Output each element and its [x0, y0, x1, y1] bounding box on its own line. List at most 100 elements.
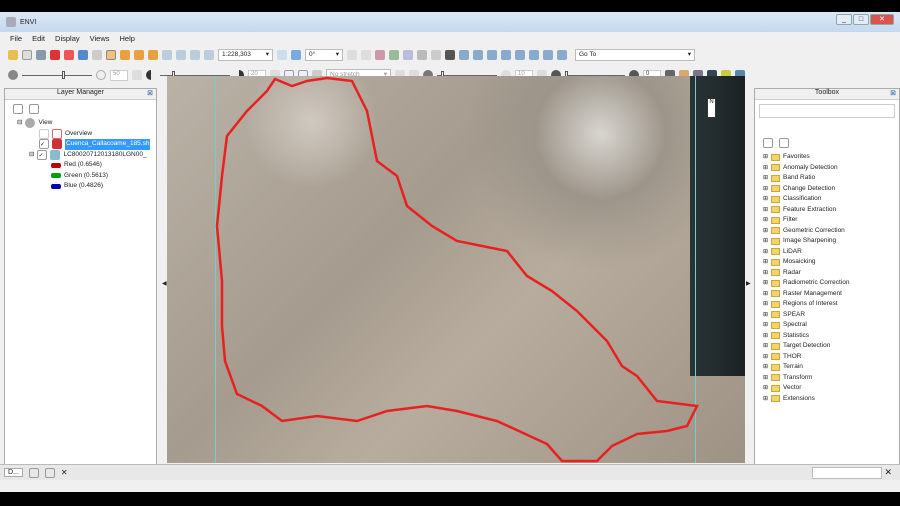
vector-edit-icon[interactable]	[361, 50, 371, 60]
collapse-all-icon[interactable]	[763, 138, 773, 148]
restore-icon[interactable]	[28, 467, 39, 478]
tree-item-overview[interactable]: Overview	[17, 128, 156, 140]
toolbox-item[interactable]: ⊞ LiDAR	[763, 247, 899, 258]
overview-checkbox[interactable]	[39, 128, 49, 139]
vector-merge-icon[interactable]	[403, 50, 413, 60]
menu-display[interactable]: Display	[55, 34, 80, 43]
tree-item-vector-layer[interactable]: ✓ Cuenca_Callacoame_185.sh	[17, 139, 156, 150]
data-manager-icon[interactable]	[36, 50, 46, 60]
expand-icon[interactable]: ⊞	[763, 352, 768, 363]
zoom-icon[interactable]	[162, 50, 172, 60]
rotate-north-icon[interactable]	[277, 50, 287, 60]
annotation-icon[interactable]	[459, 50, 469, 60]
zoom-in-icon[interactable]	[176, 50, 186, 60]
expand-icon[interactable]: ⊞	[763, 205, 768, 216]
maximize-button[interactable]: □	[853, 14, 869, 25]
new-icon[interactable]	[22, 50, 32, 60]
vector-remove-icon[interactable]	[431, 50, 441, 60]
annotation-text-icon[interactable]	[445, 50, 455, 60]
collapse-all-icon[interactable]	[13, 104, 23, 114]
pin-panel-icon[interactable]: ⊠	[147, 89, 153, 97]
minimize-button[interactable]: _	[836, 14, 852, 25]
expand-icon[interactable]: ⊞	[763, 226, 768, 237]
toolbox-item[interactable]: ⊞ Anomaly Detection	[763, 163, 899, 174]
band-red[interactable]: Red (0.6546)	[17, 160, 156, 171]
annotation-arrow-icon[interactable]	[529, 50, 539, 60]
expand-icon[interactable]: ⊞	[763, 289, 768, 300]
zoom-out-icon[interactable]	[190, 50, 200, 60]
expand-all-icon[interactable]	[29, 104, 39, 114]
expand-icon[interactable]: ⊞	[763, 341, 768, 352]
expand-icon[interactable]: ⊞	[763, 331, 768, 342]
pin-panel-icon[interactable]: ⊠	[890, 89, 896, 97]
expand-icon[interactable]: ⊞	[763, 373, 768, 384]
toolbox-item[interactable]: ⊞ Feature Extraction	[763, 205, 899, 216]
rotate-angle-icon[interactable]	[291, 50, 301, 60]
tree-item-view[interactable]: ⊟ View	[17, 118, 156, 129]
annotation-picture-icon[interactable]	[543, 50, 553, 60]
tree-item-raster-layer[interactable]: ⊟ ✓ LC80020712013180LGN00_	[17, 149, 156, 161]
vector-split-icon[interactable]	[417, 50, 427, 60]
maximize-icon[interactable]	[44, 467, 55, 478]
collapse-right-icon[interactable]: ▶	[746, 280, 751, 287]
cancel-icon[interactable]: ✕	[884, 467, 892, 478]
toolbox-item[interactable]: ⊞ Radar	[763, 268, 899, 279]
image-view[interactable]: N	[167, 76, 745, 463]
close-button[interactable]: ✕	[870, 14, 894, 25]
toolbox-item[interactable]: ⊞ Raster Management	[763, 289, 899, 300]
toolbox-item[interactable]: ⊞ Statistics	[763, 331, 899, 342]
collapse-left-icon[interactable]: ◀	[162, 280, 167, 287]
raster-layer-checkbox[interactable]: ✓	[37, 149, 48, 160]
toolbox-item[interactable]: ⊞ Classification	[763, 194, 899, 205]
toolbox-item[interactable]: ⊞ Filter	[763, 215, 899, 226]
toolbox-item[interactable]: ⊞ SPEAR	[763, 310, 899, 321]
zoom-full-icon[interactable]	[204, 50, 214, 60]
annotation-rect-icon[interactable]	[487, 50, 497, 60]
brightness-value[interactable]: 50	[110, 69, 128, 81]
open-icon[interactable]	[8, 50, 18, 60]
toolbox-item[interactable]: ⊞ Extensions	[763, 394, 899, 405]
toolbox-item[interactable]: ⊞ Terrain	[763, 362, 899, 373]
expand-icon[interactable]: ⊞	[763, 310, 768, 321]
expand-icon[interactable]: ⊞	[763, 152, 768, 163]
vector-layer-checkbox[interactable]: ✓	[39, 139, 49, 150]
menu-help[interactable]: Help	[120, 34, 135, 43]
menu-views[interactable]: Views	[90, 34, 110, 43]
toolbox-item[interactable]: ⊞ Band Ratio	[763, 173, 899, 184]
expand-icon[interactable]: ⊞	[763, 257, 768, 268]
rotate-icon[interactable]	[148, 50, 158, 60]
vector-join-icon[interactable]	[389, 50, 399, 60]
vertex-icon[interactable]	[375, 50, 385, 60]
expand-icon[interactable]: ⊞	[763, 394, 768, 405]
annotation-poly-icon[interactable]	[501, 50, 511, 60]
toolbox-item[interactable]: ⊞ Favorites	[763, 152, 899, 163]
menu-edit[interactable]: Edit	[32, 34, 45, 43]
toolbox-item[interactable]: ⊞ THOR	[763, 352, 899, 363]
redo-icon[interactable]	[92, 50, 102, 60]
expand-icon[interactable]: ⊞	[763, 173, 768, 184]
goto-select[interactable]: Go To ▾	[575, 49, 695, 61]
expand-all-icon[interactable]	[779, 138, 789, 148]
expand-icon[interactable]: ⊞	[763, 247, 768, 258]
crosshair-icon[interactable]	[64, 50, 74, 60]
undo-icon[interactable]	[78, 50, 88, 60]
close-icon[interactable]: ✕	[61, 468, 68, 477]
expand-icon[interactable]: ⊞	[763, 299, 768, 310]
annotation-polyline-icon[interactable]	[557, 50, 567, 60]
toolbox-item[interactable]: ⊞ Change Detection	[763, 184, 899, 195]
pan-icon[interactable]	[120, 50, 130, 60]
annotation-ellipse-icon[interactable]	[473, 50, 483, 60]
toolbox-item[interactable]: ⊞ Geometric Correction	[763, 226, 899, 237]
toolbox-item[interactable]: ⊞ Spectral	[763, 320, 899, 331]
rotation-select[interactable]: 0° ▾	[305, 49, 343, 61]
fly-icon[interactable]	[134, 50, 144, 60]
annotation-line-icon[interactable]	[515, 50, 525, 60]
band-blue[interactable]: Blue (0.4826)	[17, 181, 156, 192]
reset-icon[interactable]	[132, 70, 142, 80]
expand-icon[interactable]: ⊞	[763, 194, 768, 205]
expand-icon[interactable]: ⊞	[763, 163, 768, 174]
toolbox-item[interactable]: ⊞ Regions of Interest	[763, 299, 899, 310]
toolbox-item[interactable]: ⊞ Target Detection	[763, 341, 899, 352]
toolbox-search-input[interactable]	[759, 104, 895, 118]
expand-icon[interactable]: ⊞	[763, 278, 768, 289]
